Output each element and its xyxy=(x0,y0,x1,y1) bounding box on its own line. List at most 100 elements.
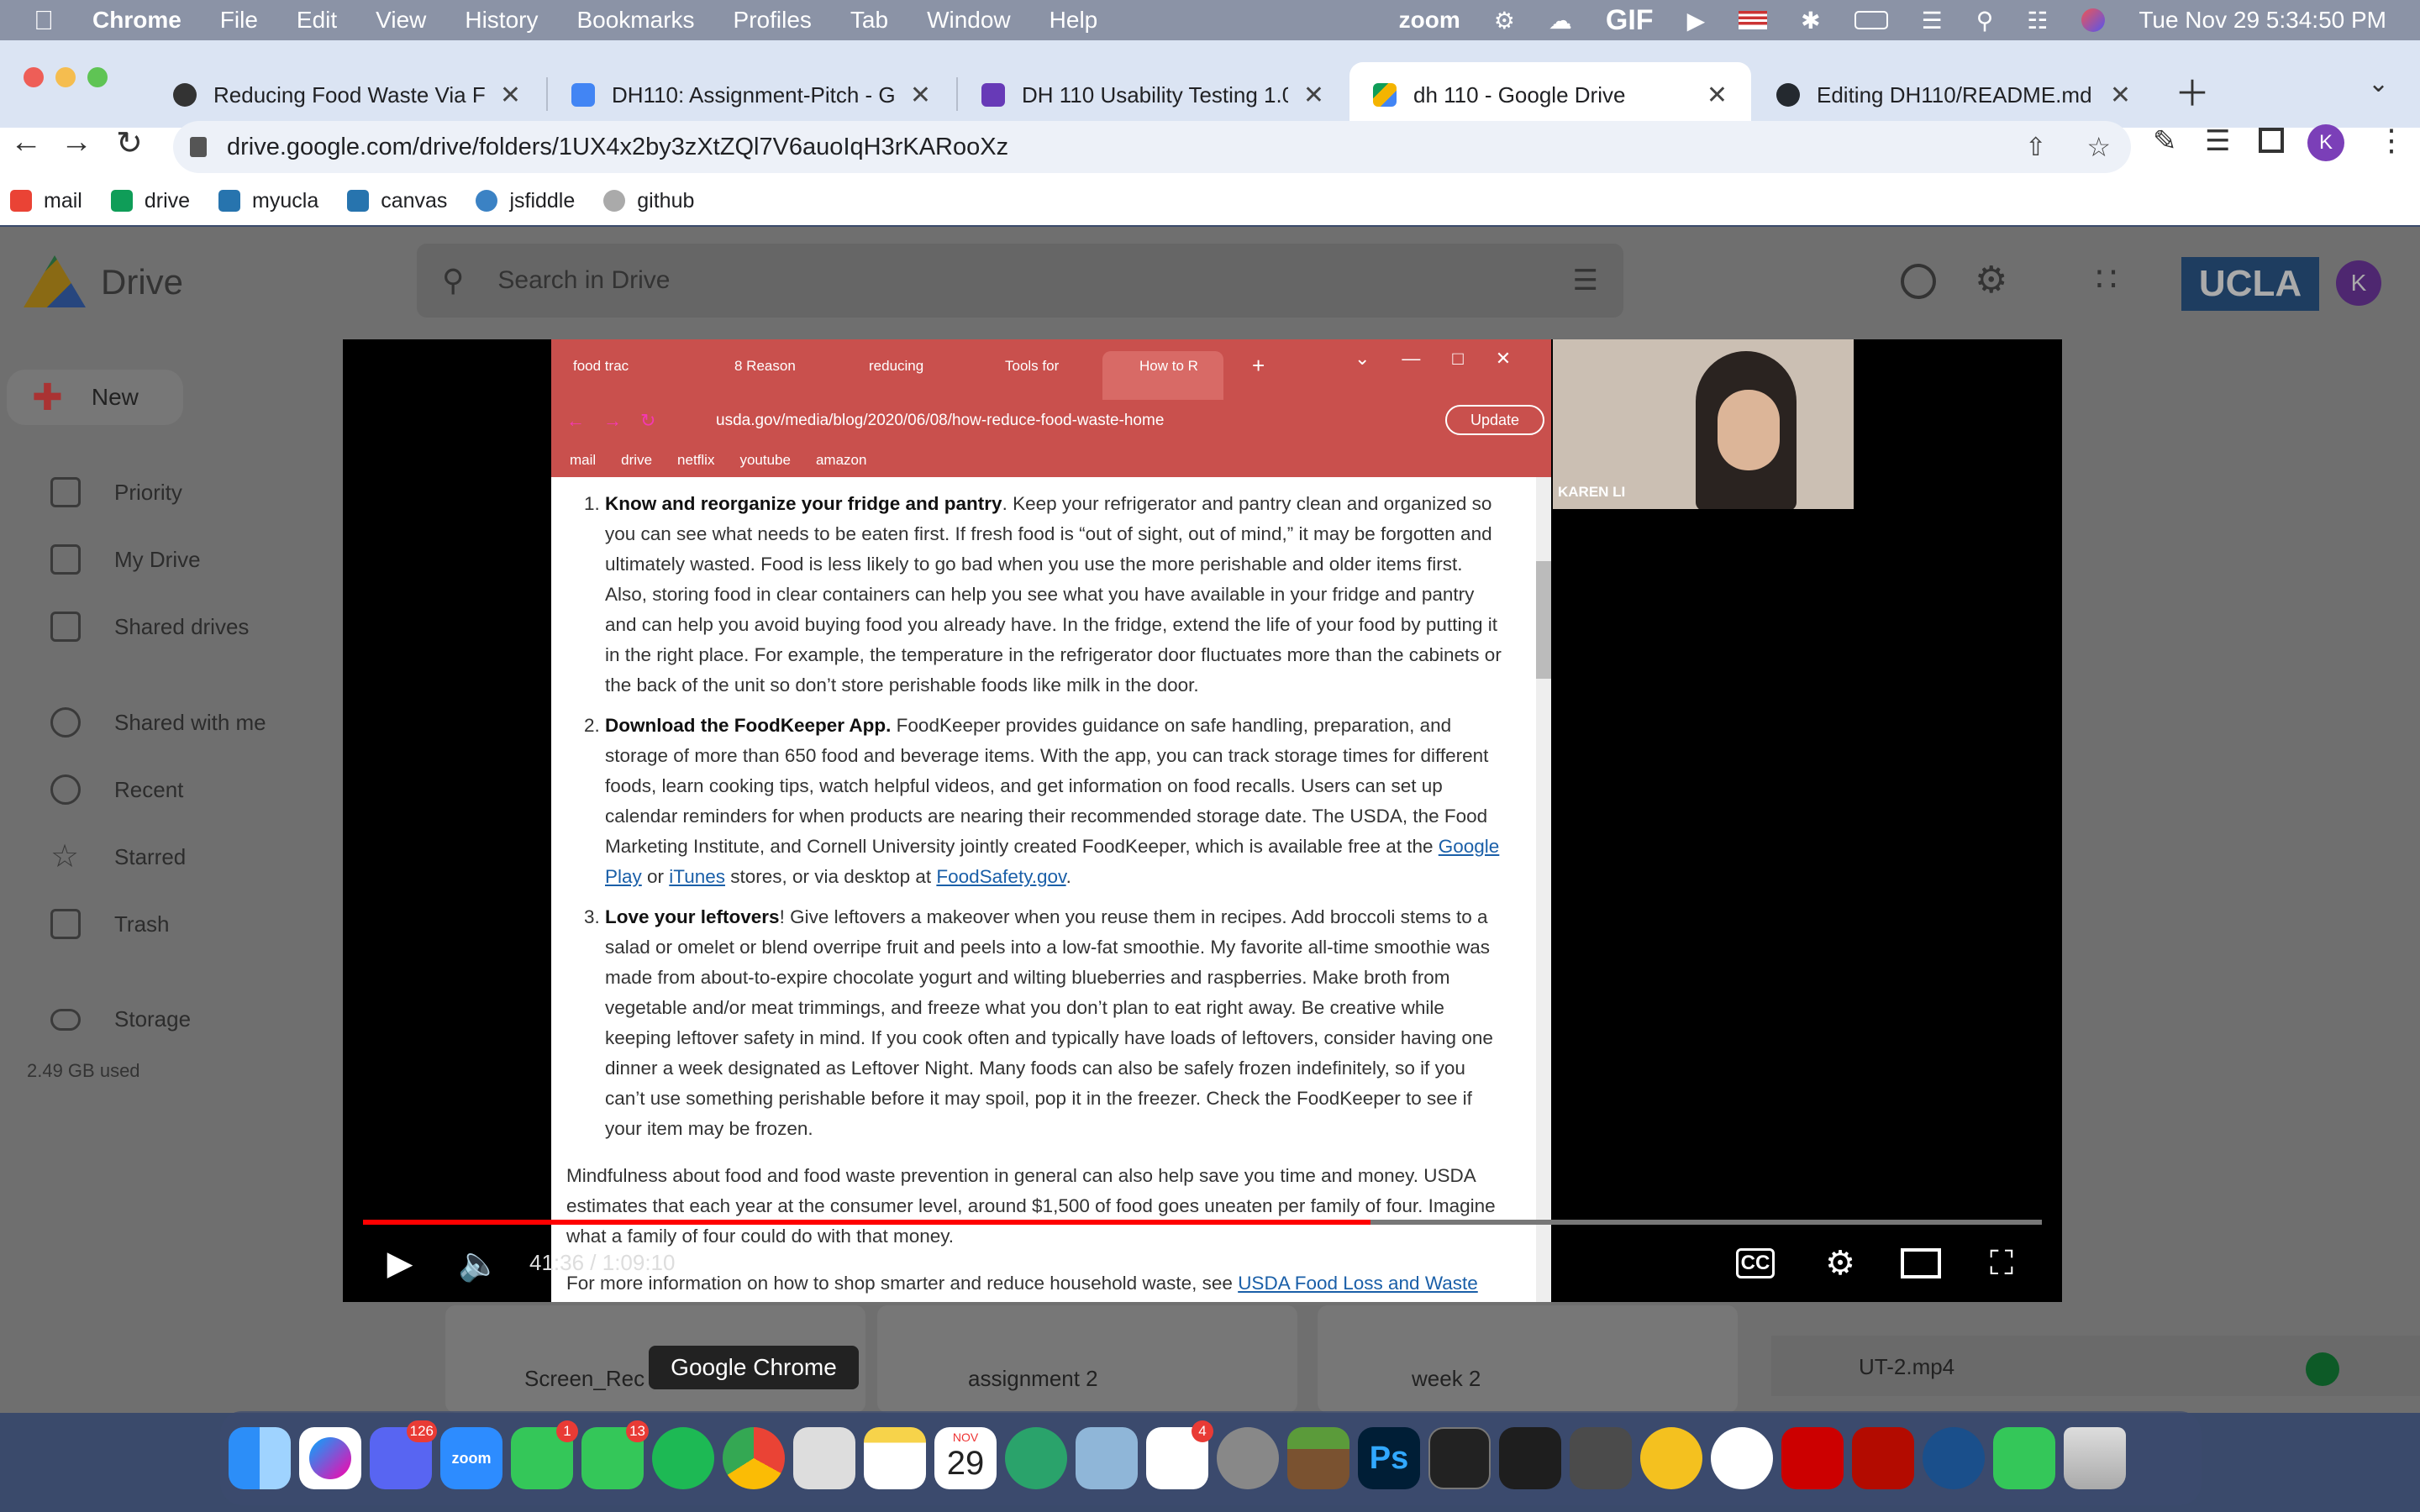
new-button[interactable]: ✚ New xyxy=(7,370,183,425)
battery-icon[interactable] xyxy=(1854,11,1888,29)
apps-grid-icon[interactable]: ∷ xyxy=(2096,260,2117,299)
menu-profiles[interactable]: Profiles xyxy=(734,7,812,34)
window-close-button[interactable] xyxy=(24,67,44,87)
bookmark-myucla[interactable]: myucla xyxy=(218,189,318,213)
spotlight-search-icon[interactable]: ⚲ xyxy=(1976,7,1994,34)
play-status-icon[interactable]: ▶ xyxy=(1687,7,1706,34)
photoshop-icon[interactable]: Ps xyxy=(1358,1427,1420,1489)
system-preferences-icon[interactable] xyxy=(1217,1427,1279,1489)
facetime-icon[interactable]: 1 xyxy=(511,1420,578,1489)
forward-icon[interactable]: → xyxy=(60,124,92,160)
spotify-icon[interactable] xyxy=(652,1427,714,1489)
media-control-icon[interactable]: ☰ xyxy=(2205,124,2230,158)
bookmark-star-icon[interactable]: ☆ xyxy=(2086,131,2111,163)
tab-reducing-food-waste[interactable]: Reducing Food Waste Via Food ✕ xyxy=(150,62,544,128)
extension-status-icon[interactable]: ⚙ xyxy=(1494,7,1515,34)
app-menu[interactable]: Chrome xyxy=(92,7,182,34)
menu-tab[interactable]: Tab xyxy=(850,7,888,34)
bluetooth-icon[interactable]: ✱ xyxy=(1801,7,1820,34)
acrobat-icon[interactable] xyxy=(1852,1427,1914,1489)
search-options-icon[interactable]: ☰ xyxy=(1573,264,1598,297)
menu-edit[interactable]: Edit xyxy=(297,7,337,34)
discord-icon[interactable]: 126 xyxy=(370,1420,437,1489)
messages-alt-icon[interactable] xyxy=(1993,1427,2055,1489)
messages-icon[interactable]: 13 xyxy=(581,1420,649,1489)
trash-icon[interactable] xyxy=(2064,1427,2126,1489)
sidebar-item-trash[interactable]: Trash xyxy=(50,909,170,939)
reload-icon[interactable]: ↻ xyxy=(116,124,143,162)
chrome-menu-icon[interactable]: ⋮ xyxy=(2376,123,2407,158)
sidebar-item-shared-with-me[interactable]: Shared with me xyxy=(50,707,266,738)
menu-help[interactable]: Help xyxy=(1050,7,1098,34)
bookmark-mail[interactable]: mail xyxy=(10,189,82,213)
account-avatar[interactable]: K xyxy=(2336,260,2381,306)
sidebar-item-storage[interactable]: Storage xyxy=(50,1006,191,1032)
captions-button[interactable]: CC xyxy=(1736,1248,1775,1278)
tab-close-icon[interactable]: ✕ xyxy=(910,81,931,110)
minecraft-icon[interactable] xyxy=(1287,1427,1349,1489)
back-icon[interactable]: ← xyxy=(10,124,42,160)
preview-icon[interactable] xyxy=(1076,1427,1138,1489)
menu-file[interactable]: File xyxy=(220,7,258,34)
tab-google-drive[interactable]: dh 110 - Google Drive ✕ xyxy=(1349,62,1751,128)
finder-icon[interactable] xyxy=(229,1427,291,1489)
window-zoom-button[interactable] xyxy=(87,67,108,87)
webex-icon[interactable] xyxy=(1711,1427,1773,1489)
calendar-icon[interactable]: NOV 29 xyxy=(934,1427,997,1489)
side-panel-icon[interactable] xyxy=(2259,128,2284,153)
tab-close-icon[interactable]: ✕ xyxy=(1303,81,1324,110)
file-card-assignment-2[interactable] xyxy=(877,1305,1297,1413)
sublime-text-icon[interactable] xyxy=(1570,1427,1632,1489)
launchpad-icon[interactable] xyxy=(793,1427,855,1489)
globe-app-icon[interactable] xyxy=(1005,1427,1067,1489)
share-icon[interactable]: ⇧ xyxy=(2025,133,2046,162)
bookmark-drive[interactable]: drive xyxy=(110,189,190,213)
file-card-week-2[interactable] xyxy=(1318,1305,1738,1413)
zoom-status-icon[interactable]: zoom xyxy=(1399,7,1460,34)
tab-close-icon[interactable]: ✕ xyxy=(1707,81,1728,110)
flag-icon[interactable] xyxy=(1739,11,1768,29)
figma-icon[interactable] xyxy=(1499,1427,1561,1489)
terminal-icon[interactable] xyxy=(1428,1427,1491,1489)
reminders-icon[interactable]: 4 xyxy=(1146,1420,1213,1489)
sidebar-item-priority[interactable]: Priority xyxy=(50,477,182,507)
extensions-icon[interactable]: ✎ xyxy=(2153,124,2177,158)
fullscreen-icon[interactable]: ⛶ xyxy=(1978,1240,2025,1287)
tab-usability-testing[interactable]: DH 110 Usability Testing 1.0 - G ✕ xyxy=(958,62,1348,128)
progress-played[interactable] xyxy=(363,1220,1370,1225)
sidebar-item-shared-drives[interactable]: Shared drives xyxy=(50,612,249,642)
volume-icon[interactable]: 🔈 xyxy=(455,1240,502,1287)
menu-view[interactable]: View xyxy=(376,7,426,34)
control-center-icon[interactable]: ☷ xyxy=(2027,7,2048,34)
help-icon[interactable] xyxy=(1901,264,1936,299)
bookmark-github[interactable]: github xyxy=(603,189,694,213)
quicktime-icon[interactable] xyxy=(1923,1427,1985,1489)
menu-clock[interactable]: Tue Nov 29 5:34:50 PM xyxy=(2139,7,2386,34)
profile-avatar[interactable]: K xyxy=(2307,124,2344,161)
menu-history[interactable]: History xyxy=(465,7,538,34)
tab-search-icon[interactable]: ⌄ xyxy=(2368,69,2389,98)
zotero-icon[interactable] xyxy=(1781,1427,1844,1489)
miniplayer-icon[interactable] xyxy=(1897,1240,1944,1287)
search-input[interactable]: Search in Drive xyxy=(497,266,670,295)
play-button[interactable]: ▶ xyxy=(376,1240,424,1287)
drive-search-box[interactable]: ⚲ Search in Drive ☰ xyxy=(417,244,1623,318)
sidebar-item-my-drive[interactable]: My Drive xyxy=(50,544,201,575)
notes-icon[interactable] xyxy=(864,1427,926,1489)
chrome-icon[interactable] xyxy=(723,1427,785,1489)
settings-gear-icon[interactable]: ⚙ xyxy=(1817,1240,1864,1287)
apple-icon[interactable]:  xyxy=(34,5,54,36)
tab-assignment-pitch[interactable]: DH110: Assignment-Pitch - Go ✕ xyxy=(548,62,955,128)
wifi-icon[interactable]: ☰ xyxy=(1922,7,1943,34)
sidebar-item-starred[interactable]: ☆ Starred xyxy=(50,841,186,873)
creative-cloud-icon[interactable]: ☁ xyxy=(1549,7,1572,34)
messenger-icon[interactable] xyxy=(299,1427,361,1489)
gif-status-icon[interactable]: GIF xyxy=(1606,4,1654,37)
sidebar-item-recent[interactable]: Recent xyxy=(50,774,183,805)
address-bar[interactable]: drive.google.com/drive/folders/1UX4x2by3… xyxy=(173,121,2131,173)
menu-window[interactable]: Window xyxy=(927,7,1011,34)
cyberduck-icon[interactable] xyxy=(1640,1427,1702,1489)
settings-gear-icon[interactable]: ⚙ xyxy=(1975,259,2007,302)
tab-close-icon[interactable]: ✕ xyxy=(2110,81,2131,110)
menu-bookmarks[interactable]: Bookmarks xyxy=(576,7,694,34)
